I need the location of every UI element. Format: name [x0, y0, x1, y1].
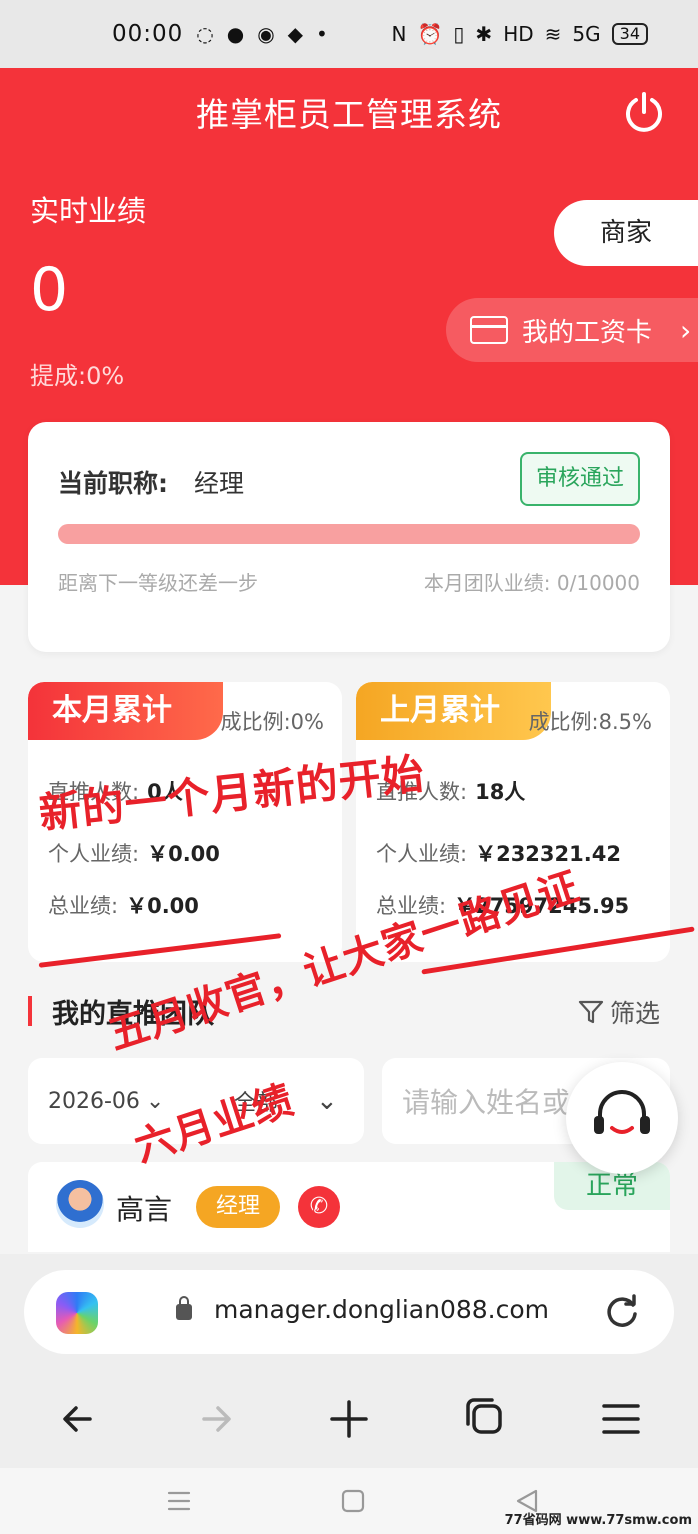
merchant-button[interactable]: 商家 — [554, 200, 698, 266]
total-value: ￥0.00 — [126, 894, 199, 918]
this-month-personal-row: 个人业绩: ￥0.00 — [48, 838, 220, 868]
team-title: 我的直推团队 — [52, 999, 214, 1030]
this-month-ribbon: 本月累计 — [28, 682, 223, 740]
reload-icon[interactable] — [602, 1292, 642, 1332]
team-performance-progress: 本月团队业绩: 0/10000 — [423, 571, 640, 595]
menu-icon[interactable] — [596, 1394, 646, 1444]
job-title-label: 当前职称: — [58, 469, 168, 498]
avatar — [56, 1180, 104, 1228]
filter-icon — [578, 1000, 604, 1024]
dot-icon: • — [316, 22, 328, 46]
last-month-direct-row: 直推人数: 18人 — [376, 776, 525, 806]
this-month-direct-row: 直推人数: 0人 — [48, 776, 183, 806]
section-accent-bar — [28, 996, 32, 1026]
home-icon[interactable] — [338, 1486, 368, 1516]
tabs-icon[interactable] — [462, 1394, 512, 1444]
last-month-total-row: 总业绩: ￥27597245.95 — [376, 890, 629, 920]
system-nav-bar: 77省码网 www.77smw.com — [0, 1468, 698, 1534]
total-label: 总业绩: — [48, 894, 119, 918]
last-month-ratio: 成比例:8.5% — [528, 710, 652, 734]
battery-icon: 34 — [611, 23, 648, 45]
credit-card-icon — [470, 316, 508, 344]
realtime-performance-label: 实时业绩 — [30, 194, 147, 228]
filter-label: 筛选 — [609, 999, 660, 1028]
app-title: 推掌柜员工管理系统 — [196, 95, 502, 134]
this-month-card: 本月累计 成比例:0% 直推人数: 0人 个人业绩: ￥0.00 总业绩: ￥0.00 — [28, 682, 342, 962]
commission-rate: 提成:0% — [30, 362, 125, 390]
personal-label: 个人业绩: — [376, 842, 468, 866]
salary-card-button[interactable]: 我的工资卡 › — [446, 298, 698, 362]
copilot-icon[interactable] — [56, 1292, 98, 1334]
recents-icon[interactable] — [164, 1486, 194, 1516]
app-notification-icon: ◆ — [287, 22, 304, 46]
chevron-down-icon: ⌄ — [316, 1086, 338, 1116]
phone-icon[interactable]: ✆ — [298, 1186, 340, 1228]
level-progress-bar — [58, 524, 640, 544]
power-icon[interactable] — [620, 88, 668, 136]
url-field[interactable]: manager.donglian088.com — [24, 1270, 674, 1354]
last-month-personal-row: 个人业绩: ￥232321.42 — [376, 838, 621, 868]
member-name: 高言 — [116, 1193, 173, 1226]
personal-value: ￥232321.42 — [475, 842, 621, 866]
signal-icon: 5G — [572, 22, 601, 46]
last-month-ribbon: 上月累计 — [356, 682, 551, 740]
team-member-row[interactable]: 高言 经理 ✆ 正常 — [28, 1162, 670, 1252]
level-select[interactable]: 全部 ⌄ — [214, 1058, 364, 1144]
nfc-icon: N — [391, 22, 407, 46]
search-notification-icon: ◌ — [196, 22, 214, 46]
customer-service-button[interactable] — [566, 1062, 678, 1174]
alarm-icon: ⏰ — [417, 22, 443, 46]
month-value: 2026-06 — [48, 1088, 140, 1114]
direct-value: 0人 — [147, 780, 183, 804]
job-title-value: 经理 — [194, 469, 245, 498]
wechat-icon: ◉ — [257, 22, 275, 46]
level-card: 当前职称: 经理 审核通过 距离下一等级还差一步 本月团队业绩: 0/10000 — [28, 422, 670, 652]
chevron-down-icon: ⌄ — [145, 1088, 165, 1114]
next-level-hint: 距离下一等级还差一步 — [58, 571, 258, 595]
url-text: manager.donglian088.com — [214, 1295, 550, 1324]
this-month-total-row: 总业绩: ￥0.00 — [48, 890, 199, 920]
status-time: 00:00 — [112, 21, 184, 47]
level-select-value: 全部 — [234, 1091, 279, 1116]
browser-nav-bar — [0, 1374, 698, 1468]
watermark-text: 77省码网 www.77smw.com — [504, 1513, 692, 1528]
lock-icon — [176, 1296, 192, 1320]
hd-icon: HD — [503, 22, 534, 46]
personal-label: 个人业绩: — [48, 842, 140, 866]
direct-label: 直推人数: — [48, 780, 140, 804]
qq-icon: ● — [226, 22, 245, 46]
approval-status-badge: 审核通过 — [520, 452, 640, 506]
filter-button[interactable]: 筛选 — [578, 994, 660, 1030]
total-label: 总业绩: — [376, 894, 447, 918]
personal-value: ￥0.00 — [147, 842, 220, 866]
status-bar: 00:00 ◌ ● ◉ ◆ • N ⏰ ▯ ✱ HD ≋ 5G 34 — [0, 0, 698, 68]
forward-arrow-icon[interactable] — [190, 1394, 240, 1444]
bluetooth-icon: ✱ — [475, 22, 493, 46]
last-month-card: 上月累计 成比例:8.5% 直推人数: 18人 个人业绩: ￥232321.42 总… — [356, 682, 670, 962]
wifi-icon: ≋ — [544, 22, 562, 46]
headset-icon — [594, 1090, 650, 1134]
total-value: ￥27597245.95 — [454, 894, 630, 918]
this-month-ratio: 成比例:0% — [220, 710, 324, 734]
vibrate-icon: ▯ — [453, 22, 465, 46]
direct-value: 18人 — [475, 780, 526, 804]
member-role-badge: 经理 — [196, 1186, 280, 1228]
new-tab-plus-icon[interactable] — [324, 1394, 374, 1444]
direct-label: 直推人数: — [376, 780, 468, 804]
back-arrow-icon[interactable] — [54, 1394, 104, 1444]
browser-address-bar: manager.donglian088.com — [0, 1254, 698, 1374]
team-section-header: 我的直推团队 筛选 — [28, 990, 670, 1046]
chevron-right-icon: › — [680, 313, 692, 347]
realtime-performance-value: 0 — [30, 255, 69, 325]
salary-card-label: 我的工资卡 — [522, 317, 653, 348]
